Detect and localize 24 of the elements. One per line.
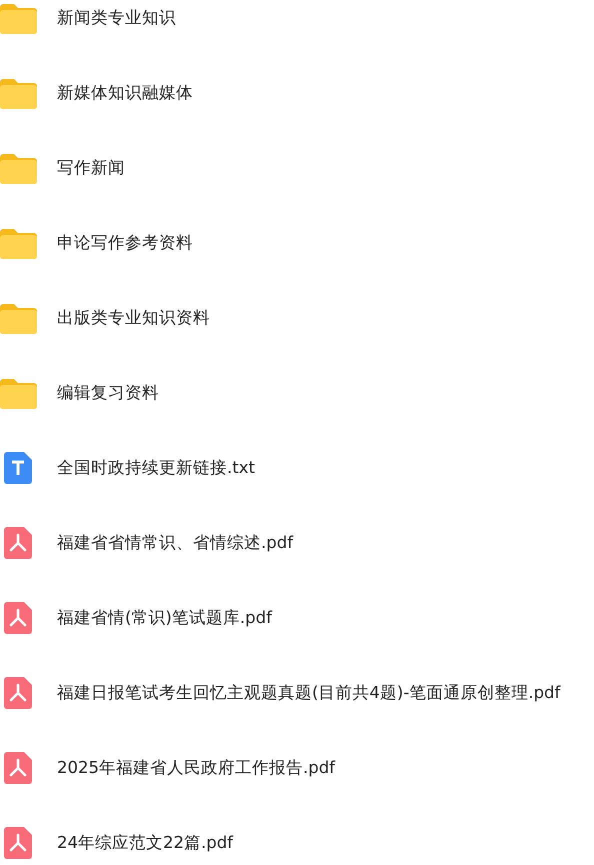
folder-icon <box>0 377 37 409</box>
file-name[interactable]: 福建省情(常识)笔试题库.pdf <box>57 607 272 629</box>
pdf-file-icon <box>4 527 32 559</box>
file-name[interactable]: 新闻类专业知识 <box>57 7 176 29</box>
file-name[interactable]: 福建日报笔试考生回忆主观题真题(目前共4题)-笔面通原创整理.pdf <box>57 682 560 704</box>
file-name[interactable]: 编辑复习资料 <box>57 382 159 404</box>
file-name[interactable]: 新媒体知识融媒体 <box>57 82 193 104</box>
folder-icon <box>0 302 37 334</box>
pdf-file-icon <box>4 827 32 859</box>
pdf-file-icon <box>4 602 32 634</box>
file-name[interactable]: 全国时政持续更新链接.txt <box>57 457 255 479</box>
folder-icon <box>0 2 37 34</box>
file-name[interactable]: 出版类专业知识资料 <box>57 307 210 329</box>
folder-icon <box>0 152 37 184</box>
file-name[interactable]: 福建省省情常识、省情综述.pdf <box>57 532 294 554</box>
file-name[interactable]: 申论写作参考资料 <box>57 232 193 254</box>
pdf-file-icon <box>4 677 32 709</box>
folder-icon <box>0 77 37 109</box>
file-name[interactable]: 2025年福建省人民政府工作报告.pdf <box>57 757 335 779</box>
file-name[interactable]: 24年综应范文22篇.pdf <box>57 832 233 854</box>
pdf-file-icon <box>4 752 32 784</box>
file-name[interactable]: 写作新闻 <box>57 157 125 179</box>
text-file-icon <box>4 452 32 484</box>
folder-icon <box>0 227 37 259</box>
